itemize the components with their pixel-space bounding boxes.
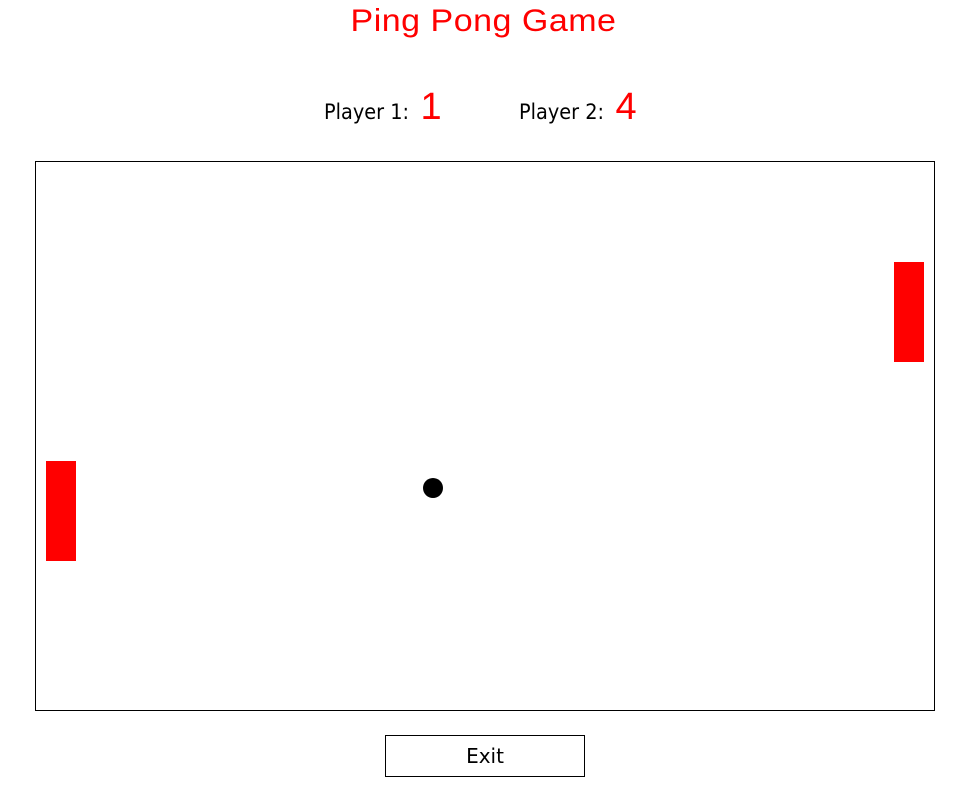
page-title: Ping Pong Game xyxy=(350,3,617,39)
player1-label: Player 1: xyxy=(324,100,410,124)
player2-label: Player 2: xyxy=(519,100,605,124)
player2-score-value: 4 xyxy=(615,86,637,128)
player2-score: Player 2: 4 xyxy=(519,86,637,130)
ball xyxy=(423,478,443,498)
left-paddle xyxy=(46,461,76,561)
player1-score: Player 1: 1 xyxy=(324,86,442,130)
right-paddle xyxy=(894,262,924,362)
game-board[interactable] xyxy=(35,161,935,711)
exit-button[interactable]: Exit xyxy=(385,735,585,777)
player1-score-value: 1 xyxy=(420,86,442,128)
